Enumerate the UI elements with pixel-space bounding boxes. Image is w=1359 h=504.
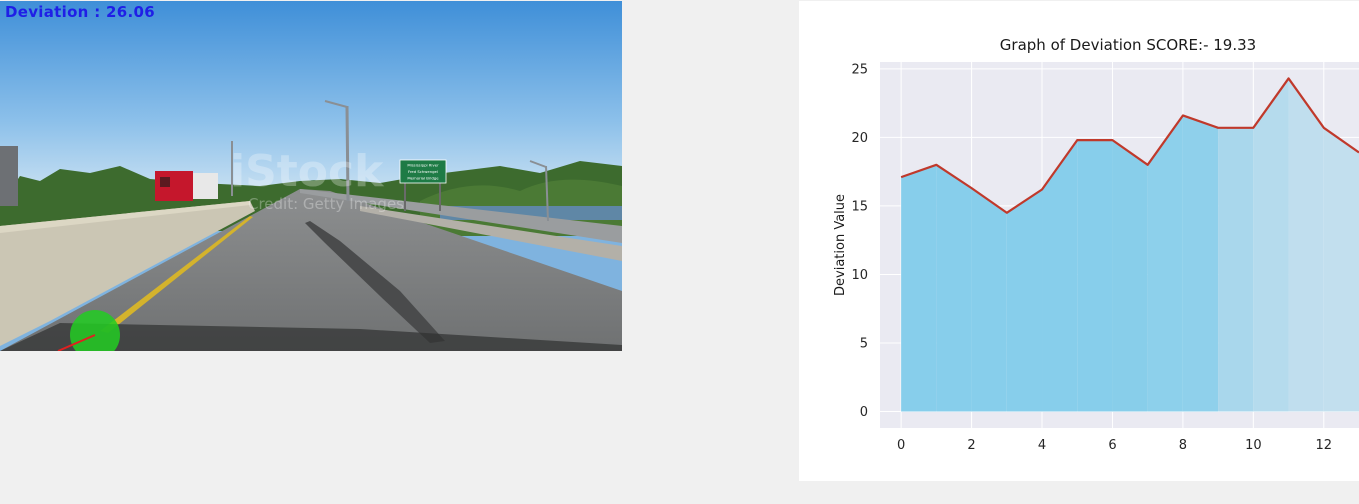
road-scene-image: Mississippi River Fred Schwengel Memoria… [0, 1, 622, 351]
area-segment [971, 188, 1007, 412]
deviation-readout: Deviation : 26.06 [5, 3, 155, 21]
area-segment [1323, 127, 1359, 412]
watermark-credit: Credit: Getty Images [248, 195, 404, 213]
area-segment [1006, 189, 1043, 412]
area-segment [901, 164, 937, 412]
area-segment [1077, 140, 1113, 412]
video-frame: Mississippi River Fred Schwengel Memoria… [0, 1, 622, 351]
deviation-value: 26.06 [106, 3, 155, 21]
y-tick-label: 5 [860, 337, 868, 352]
x-tick-label: 12 [1316, 438, 1333, 453]
x-tick-label: 10 [1245, 438, 1262, 453]
x-tick-label: 2 [967, 438, 975, 453]
y-tick-label: 10 [851, 268, 868, 283]
highway-sign: Mississippi River Fred Schwengel Memoria… [399, 159, 447, 184]
area-segment [1288, 78, 1324, 412]
area-segment [1147, 115, 1183, 412]
deviation-chart: 0 2 4 6 8 10 12 0 5 10 15 20 25 Graph of Deviation … [833, 36, 1359, 453]
y-axis-label: Deviation Value [833, 194, 848, 296]
sign-line-1: Mississippi River [407, 163, 439, 168]
x-axis-ticks: 0 2 4 6 8 10 12 [897, 438, 1332, 453]
chart-title: Graph of Deviation SCORE:- 19.33 [1000, 36, 1256, 54]
area-segment [1182, 115, 1219, 412]
sign-line-2: Fred Schwengel [408, 169, 438, 174]
y-axis-ticks: 0 5 10 15 20 25 [851, 62, 868, 420]
x-tick-label: 8 [1179, 438, 1187, 453]
y-tick-label: 25 [851, 62, 868, 77]
deviation-graph-panel: 0 2 4 6 8 10 12 0 5 10 15 20 25 Graph of Deviation … [799, 1, 1359, 481]
area-segment [1253, 78, 1289, 412]
y-tick-label: 20 [851, 131, 868, 146]
x-tick-label: 4 [1038, 438, 1046, 453]
y-tick-label: 0 [860, 405, 868, 420]
x-tick-label: 6 [1108, 438, 1116, 453]
deviation-label: Deviation [5, 3, 89, 21]
x-tick-label: 0 [897, 438, 905, 453]
area-segment [1218, 127, 1254, 412]
area-segment [936, 164, 972, 412]
y-tick-label: 15 [851, 199, 868, 214]
watermark-logo: iStock [230, 146, 385, 197]
area-segment [1112, 140, 1148, 412]
sign-line-3: Memorial Bridge [407, 176, 439, 181]
deviation-separator: : [88, 3, 107, 21]
